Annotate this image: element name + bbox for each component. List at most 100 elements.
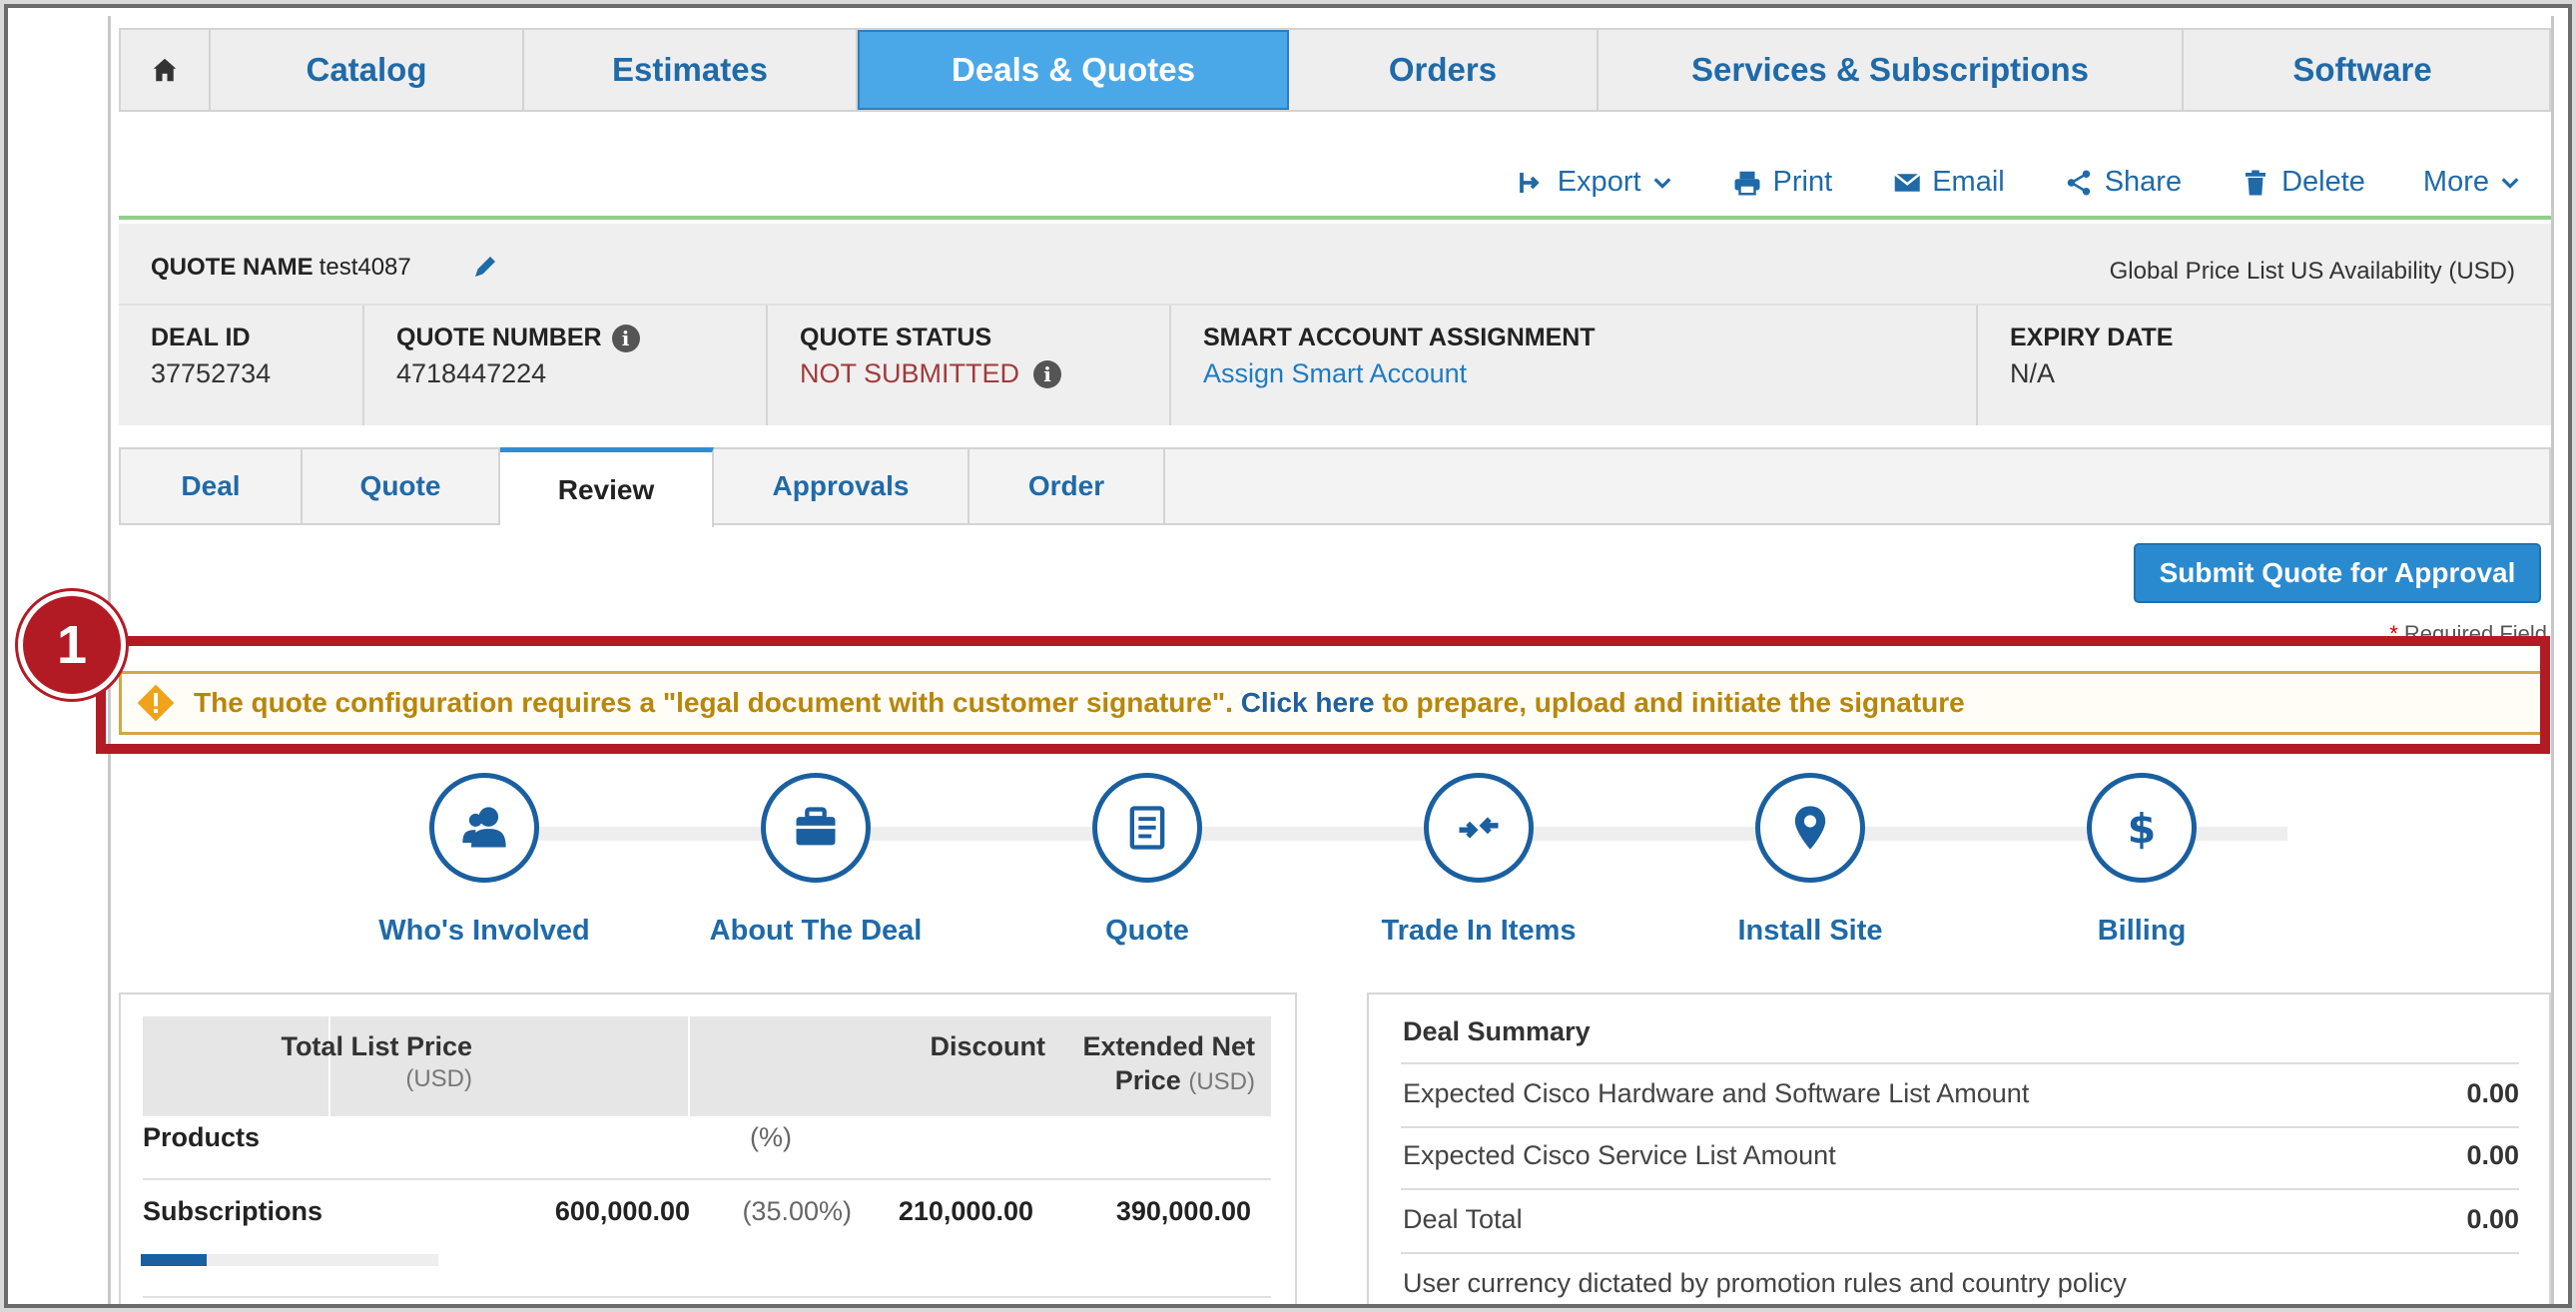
step-circle[interactable] [761, 773, 871, 883]
home-icon [153, 58, 177, 82]
subscriptions-progress-bar [141, 1254, 438, 1266]
quote-status-cell: QUOTE STATUS NOT SUBMITTED i [768, 306, 1171, 425]
quote-name-label: QUOTE NAME [151, 254, 314, 281]
delete-label: Delete [2281, 166, 2365, 198]
share-icon [2067, 170, 2090, 195]
expiry-date-value: N/A [2010, 358, 2056, 388]
deal-summary-title: Deal Summary [1403, 1016, 1591, 1046]
trade-arrows-icon [1459, 817, 1499, 839]
row-net-price: 390,000.00 [1115, 1196, 1251, 1226]
print-button[interactable]: Print [1731, 166, 1832, 199]
delete-button[interactable]: Delete [2240, 166, 2365, 199]
step-circle[interactable] [429, 773, 539, 883]
smart-account-label: SMART ACCOUNT ASSIGNMENT [1203, 324, 1596, 351]
step-about-the-deal[interactable]: About The Deal [666, 773, 966, 948]
submit-quote-button[interactable]: Submit Quote for Approval [2134, 543, 2541, 603]
step-label: Trade In Items [1381, 915, 1577, 947]
summary-row: Expected Cisco Service List Amount 0.00 [1403, 1140, 2519, 1171]
summary-divider [1401, 1126, 2519, 1128]
document-icon [1129, 806, 1165, 850]
price-list-label: Global Price List US Availability (USD) [2109, 258, 2515, 285]
quote-status-label: QUOTE STATUS [800, 324, 992, 351]
home-button[interactable] [121, 30, 211, 110]
summary-row-value: 0.00 [2466, 1078, 2519, 1108]
tab-review[interactable]: Review [500, 447, 714, 527]
row-discount-pct: (%) [750, 1122, 792, 1152]
share-button[interactable]: Share [2063, 166, 2182, 199]
expiry-date-cell: EXPIRY DATE N/A [1978, 306, 2551, 425]
col-extended-net-price-line1: Extended Net [1082, 1031, 1255, 1061]
quote-name-value: test4087 [319, 254, 411, 281]
row-label: Subscriptions [143, 1196, 323, 1226]
tab-deal[interactable]: Deal [121, 449, 303, 523]
nav-tab-deals-quotes[interactable]: Deals & Quotes [858, 30, 1289, 110]
assign-smart-account-link[interactable]: Assign Smart Account [1203, 358, 1976, 389]
col-extended-net-price-label: Price [1114, 1064, 1181, 1095]
info-icon[interactable]: i [1033, 359, 1062, 388]
col-total-list-price: Total List Price (USD) [281, 1030, 472, 1094]
step-label: About The Deal [709, 915, 923, 947]
chevron-down-icon [1653, 177, 1671, 189]
export-icon [1519, 172, 1540, 193]
summary-row: Expected Cisco Hardware and Software Lis… [1403, 1078, 2519, 1109]
quote-status-row: NOT SUBMITTED i [800, 358, 1169, 389]
tab-quote[interactable]: Quote [303, 449, 500, 523]
tab-approvals[interactable]: Approvals [714, 449, 969, 523]
step-whos-involved[interactable]: Who's Involved [334, 773, 634, 948]
subscriptions-progress-fill [141, 1254, 207, 1266]
summary-row: Deal Total 0.00 [1403, 1204, 2519, 1235]
step-circle[interactable] [1755, 773, 1865, 883]
location-pin-icon [1794, 806, 1826, 850]
smart-account-cell: SMART ACCOUNT ASSIGNMENT Assign Smart Ac… [1171, 306, 1978, 425]
step-billing[interactable]: $ Billing [1992, 773, 2291, 948]
action-bar: Export Print Email Share Delete More [1516, 166, 2521, 199]
col-extended-net-price-unit: (USD) [1188, 1067, 1255, 1095]
step-quote[interactable]: Quote [997, 773, 1297, 948]
more-label: More [2422, 166, 2489, 198]
header-divider [119, 216, 2551, 220]
annotation-highlight-box [96, 636, 2550, 754]
trash-icon [2246, 170, 2266, 195]
quote-name: QUOTE NAME test4087 [151, 254, 495, 282]
deal-id-cell: DEAL ID 37752734 [119, 306, 364, 425]
email-button[interactable]: Email [1890, 166, 2005, 199]
svg-text:$: $ [2128, 805, 2157, 853]
nav-tab-estimates[interactable]: Estimates [524, 30, 858, 110]
step-circle[interactable] [1092, 773, 1202, 883]
step-circle[interactable] [1424, 773, 1534, 883]
nav-tab-software[interactable]: Software [2184, 30, 2541, 110]
quote-number-label: QUOTE NUMBER [396, 324, 602, 351]
step-install-site[interactable]: Install Site [1660, 773, 1960, 948]
step-label: Quote [1105, 915, 1189, 947]
col-extended-net-price-line2: Price (USD) [1082, 1064, 1255, 1098]
quote-sub-tabs: Deal Quote Review Approvals Order [119, 447, 2551, 527]
summary-row-value: 0.00 [2466, 1204, 2519, 1234]
col-total-list-price-label: Total List Price [281, 1031, 472, 1061]
nav-tab-orders[interactable]: Orders [1289, 30, 1599, 110]
dollar-icon: $ [2128, 805, 2157, 853]
row-discount-pct: (35.00%) [742, 1196, 852, 1226]
more-button[interactable]: More [2423, 166, 2521, 199]
annotation-number-badge: 1 [18, 591, 126, 699]
quote-info-strip: DEAL ID 37752734 QUOTE NUMBER i 471844722… [119, 304, 2551, 425]
share-label: Share [2104, 166, 2183, 198]
row-discount: 210,000.00 [898, 1196, 1033, 1226]
edit-pencil-icon[interactable] [470, 252, 500, 282]
nav-tab-services-subscriptions[interactable]: Services & Subscriptions [1599, 30, 2184, 110]
info-icon[interactable]: i [611, 324, 640, 352]
col-discount: Discount [930, 1031, 1045, 1061]
quote-number-header: QUOTE NUMBER i [396, 324, 766, 352]
tab-order[interactable]: Order [969, 449, 1165, 523]
step-circle[interactable]: $ [2087, 773, 2197, 883]
row-divider [143, 1296, 1271, 1298]
nav-tab-catalog[interactable]: Catalog [211, 30, 524, 110]
summary-note: User currency dictated by promotion rule… [1403, 1268, 2127, 1298]
step-trade-in-items[interactable]: Trade In Items [1329, 773, 1628, 948]
briefcase-icon [796, 807, 836, 846]
export-button[interactable]: Export [1516, 166, 1673, 199]
row-list-price: 600,000.00 [554, 1196, 690, 1226]
email-label: Email [1932, 166, 2005, 198]
col-extended-net-price: Extended Net Price (USD) [1082, 1030, 1255, 1098]
people-icon [462, 807, 506, 848]
col-total-list-price-unit: (USD) [405, 1064, 472, 1092]
